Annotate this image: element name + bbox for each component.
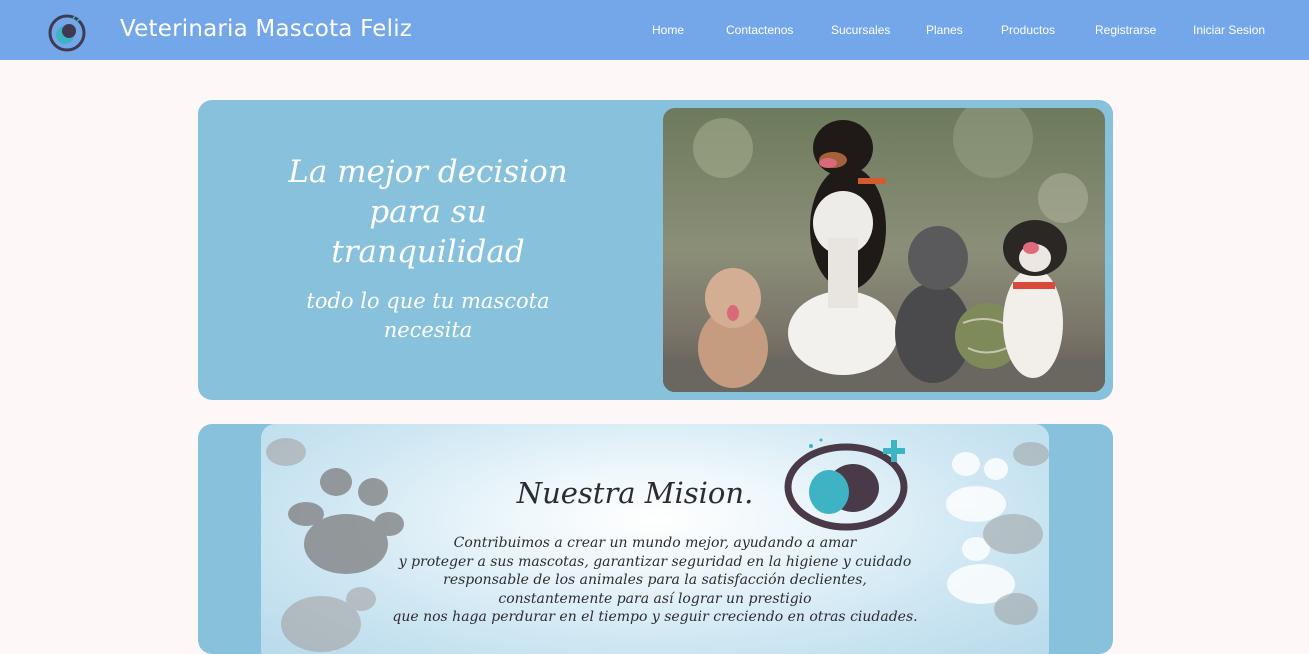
- top-navbar: Veterinaria Mascota Feliz Home Contacten…: [0, 0, 1309, 60]
- mission-body-line: responsable de los animales para la sati…: [443, 572, 867, 589]
- hero-subtitle: todo lo que tu mascota necesita: [278, 287, 578, 345]
- hero-title-line: para su: [369, 194, 487, 230]
- nav-contactenos[interactable]: Contactenos: [726, 23, 793, 37]
- nav-home[interactable]: Home: [652, 23, 684, 37]
- mission-body-line: que nos haga perdurar en el tiempo y seg…: [392, 609, 918, 626]
- nav-iniciar-sesion[interactable]: Iniciar Sesion: [1193, 23, 1265, 37]
- mission-card: Nuestra Mision. Contribuimos a crear un …: [261, 424, 1049, 654]
- hero-subtitle-line: necesita: [383, 318, 473, 342]
- hero-text: La mejor decision para su tranquilidad t…: [278, 152, 578, 345]
- nav-productos[interactable]: Productos: [1001, 23, 1055, 37]
- mission-body-line: y proteger a sus mascotas, garantizar se…: [398, 553, 912, 570]
- mission-body-line: Contribuimos a crear un mundo mejor, ayu…: [453, 535, 857, 551]
- dogs-photo-illustration: [663, 108, 1105, 392]
- brand-title[interactable]: Veterinaria Mascota Feliz: [120, 16, 412, 42]
- mission-body-line: constantemente para así lograr un presti…: [498, 590, 812, 607]
- mission-title: Nuestra Mision.: [516, 476, 754, 510]
- mission-body: Contribuimos a crear un mundo mejor, ayu…: [321, 534, 989, 627]
- hero-subtitle-line: todo lo que tu mascota: [306, 289, 550, 313]
- dogs-group-photo: [663, 108, 1105, 392]
- hero-title-line: tranquilidad: [331, 234, 525, 270]
- hero-banner: La mejor decision para su tranquilidad t…: [198, 100, 1113, 400]
- pet-clinic-logo-icon[interactable]: [47, 13, 87, 53]
- nav-sucursales[interactable]: Sucursales: [831, 23, 890, 37]
- hero-title: La mejor decision para su tranquilidad: [278, 152, 578, 272]
- hero-title-line: La mejor decision: [288, 154, 568, 190]
- nav-planes[interactable]: Planes: [926, 23, 963, 37]
- nav-registrarse[interactable]: Registrarse: [1095, 23, 1156, 37]
- mission-section: Nuestra Mision. Contribuimos a crear un …: [198, 424, 1113, 654]
